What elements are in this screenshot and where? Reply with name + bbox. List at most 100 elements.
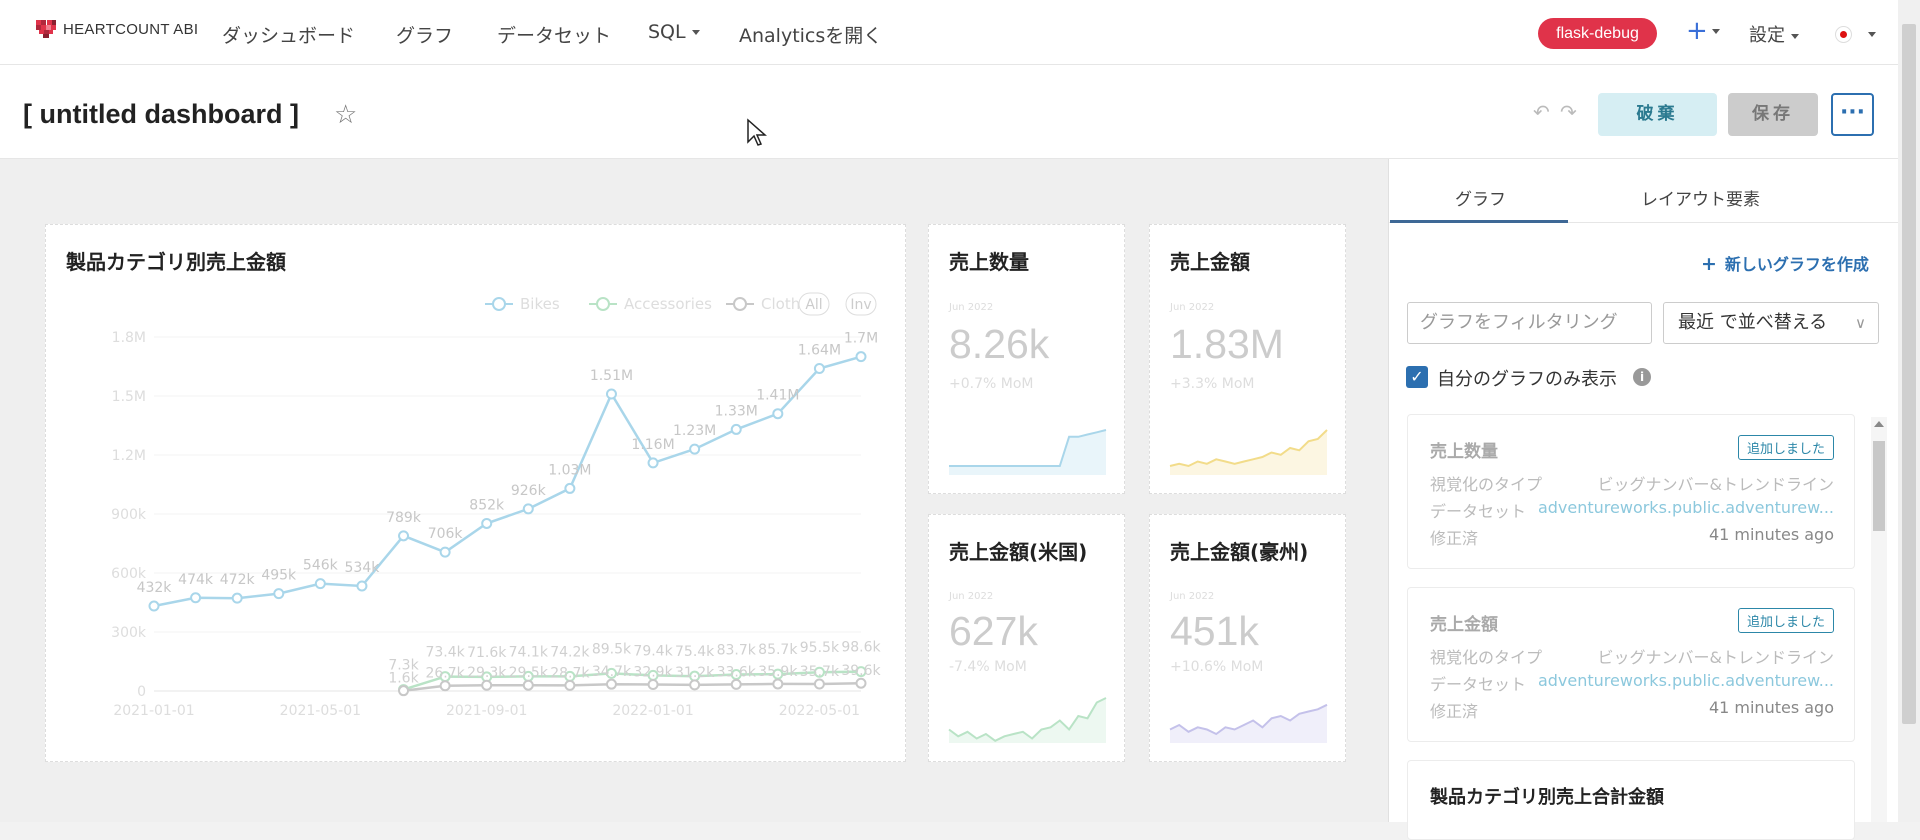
trendline — [1169, 429, 1328, 475]
added-badge: 追加しました — [1737, 435, 1834, 460]
legend-label: Accessories — [624, 295, 712, 313]
chart-card-category-sales[interactable]: 製品カテゴリ別売上金額 0 300k 600k 900k 1.2M 1.5M 1.8M 202… — [45, 224, 906, 762]
dataset-label: データセット — [1430, 502, 1527, 521]
dataset-row: データセット adventureworks.public.adventurew..… — [1430, 498, 1834, 522]
page-scrollbar[interactable] — [1898, 0, 1920, 822]
redo-icon[interactable]: ↷ — [1560, 100, 1577, 124]
add-menu-button[interactable]: + — [1686, 16, 1720, 46]
env-badge: flask-debug — [1538, 18, 1657, 49]
nav-datasets[interactable]: データセット — [497, 21, 611, 48]
japan-flag-icon[interactable] — [1836, 27, 1851, 42]
data-point — [273, 588, 285, 600]
data-point — [730, 678, 742, 690]
heart-logo-icon — [36, 20, 56, 38]
y-tick-label: 1.2M — [112, 448, 146, 464]
data-point — [813, 362, 825, 374]
data-label: 495k — [261, 568, 297, 584]
dataset-link[interactable]: adventureworks.public.adventurew... — [1538, 498, 1834, 522]
nav-charts[interactable]: グラフ — [396, 21, 453, 48]
viz-type-row: 視覚化のタイプ ビッグナンバー&トレンドライン — [1430, 471, 1834, 495]
data-label: 95.5k — [800, 640, 840, 656]
chart-list-item[interactable]: 売上金額 追加しました 視覚化のタイプ ビッグナンバー&トレンドライン データセッ… — [1407, 587, 1855, 742]
data-label: 474k — [178, 572, 214, 588]
data-point — [148, 600, 160, 612]
x-tick-label: 2022-01-01 — [612, 703, 693, 719]
dataset-row: データセット adventureworks.public.adventurew..… — [1430, 671, 1834, 695]
chevron-down-icon — [691, 30, 700, 35]
chevron-down-icon: ∨ — [1855, 314, 1866, 332]
bignumber-card-sales-us[interactable]: 売上金額(米国) Jun 2022 627k -7.4% MoM — [928, 514, 1125, 762]
save-button[interactable]: 保存 — [1728, 93, 1818, 136]
tab-charts[interactable]: グラフ — [1455, 185, 1506, 210]
modified-label: 修正済 — [1430, 702, 1479, 721]
scroll-up-icon[interactable] — [1874, 421, 1884, 427]
viz-type-value: ビッグナンバー&トレンドライン — [1597, 648, 1834, 667]
bignumber-card-sales[interactable]: 売上金額 Jun 2022 1.83M +3.3% MoM — [1149, 224, 1346, 494]
undo-icon[interactable]: ↶ — [1533, 100, 1550, 124]
dataset-label: データセット — [1430, 675, 1527, 694]
data-label: 74.1k — [509, 644, 549, 660]
settings-menu[interactable]: 設定 — [1749, 21, 1799, 47]
nav-open-analytics[interactable]: Analyticsを開く — [739, 21, 882, 48]
nav-dashboard[interactable]: ダッシュボード — [222, 21, 355, 48]
data-label: 1.51M — [590, 368, 633, 384]
data-point — [689, 679, 701, 691]
data-label: 74.2k — [550, 644, 590, 660]
sort-label: 最近 で並べ替える — [1678, 312, 1828, 333]
dashboard-title[interactable]: [ untitled dashboard ] — [23, 99, 299, 130]
bignumber-card-quantity[interactable]: 売上数量 Jun 2022 8.26k +0.7% MoM — [928, 224, 1125, 494]
tab-layout-elements[interactable]: レイアウト要素 — [1641, 185, 1760, 210]
data-label: 29.3k — [467, 665, 507, 681]
data-label: 73.4k — [425, 645, 465, 661]
chart-filter-input[interactable]: グラフをフィルタリング — [1407, 302, 1652, 344]
nav-sql[interactable]: SQL — [648, 21, 700, 43]
chevron-down-icon — [1711, 29, 1720, 34]
data-label: 29.5k — [509, 665, 549, 681]
top-navbar: HEARTCOUNT ABI ダッシュボード グラフ データセット SQL An… — [0, 0, 1920, 65]
data-label: 71.6k — [467, 645, 507, 661]
info-icon[interactable]: i — [1633, 368, 1651, 386]
chevron-down-icon — [1791, 33, 1799, 39]
data-point — [855, 677, 867, 689]
trend-area — [1170, 430, 1327, 475]
nav-sql-label: SQL — [648, 21, 686, 43]
data-label: 35.7k — [800, 664, 840, 680]
y-tick-label: 900k — [111, 507, 147, 523]
discard-button[interactable]: 破棄 — [1598, 93, 1717, 136]
modified-row: 修正済 41 minutes ago — [1430, 525, 1834, 549]
chart-library-panel: グラフ レイアウト要素 + 新しいグラフを作成 グラフをフィルタリング 最近 で並… — [1388, 159, 1920, 840]
chart-list-item-title: 製品カテゴリ別売上合計金額 — [1430, 787, 1664, 808]
data-point — [439, 546, 451, 558]
data-point — [564, 482, 576, 494]
chart-list-item-title: 売上金額 — [1430, 615, 1498, 635]
star-icon[interactable]: ☆ — [334, 100, 357, 130]
data-point — [481, 679, 493, 691]
new-chart-button[interactable]: + 新しいグラフを作成 — [1701, 251, 1869, 275]
data-point — [689, 443, 701, 455]
data-label: 1.33M — [715, 403, 758, 419]
series-line — [153, 355, 862, 608]
new-chart-label: 新しいグラフを作成 — [1724, 255, 1869, 274]
data-label: 26.7k — [425, 666, 465, 682]
plus-icon: + — [1701, 253, 1717, 275]
sort-select[interactable]: 最近 で並べ替える ∨ — [1663, 302, 1879, 344]
panel-scrollbar[interactable] — [1871, 417, 1887, 822]
data-point — [356, 580, 368, 592]
more-options-button[interactable]: ··· — [1831, 93, 1874, 136]
chart-list-item[interactable]: 売上数量 追加しました 視覚化のタイプ ビッグナンバー&トレンドライン データセッ… — [1407, 414, 1855, 569]
series-line — [403, 681, 862, 692]
dataset-link[interactable]: adventureworks.public.adventurew... — [1538, 671, 1834, 695]
modified-label: 修正済 — [1430, 529, 1479, 548]
trendline — [949, 429, 1107, 475]
bignumber-card-sales-au[interactable]: 売上金額(豪州) Jun 2022 451k +10.6% MoM — [1149, 514, 1346, 762]
modified-row: 修正済 41 minutes ago — [1430, 698, 1834, 722]
brand-logo[interactable]: HEARTCOUNT ABI — [34, 18, 198, 40]
panel-scroll-thumb[interactable] — [1873, 441, 1885, 531]
page-scroll-thumb[interactable] — [1902, 24, 1916, 724]
chart-list-item[interactable]: 製品カテゴリ別売上合計金額 — [1407, 760, 1855, 840]
data-point — [231, 592, 243, 604]
data-label: 1.23M — [673, 423, 716, 439]
only-mine-checkbox[interactable]: ✓ — [1406, 366, 1428, 388]
line-chart: 0300k600k900k1.2M1.5M1.8M2021-01-01 2021-… — [111, 292, 882, 719]
data-point — [647, 457, 659, 469]
